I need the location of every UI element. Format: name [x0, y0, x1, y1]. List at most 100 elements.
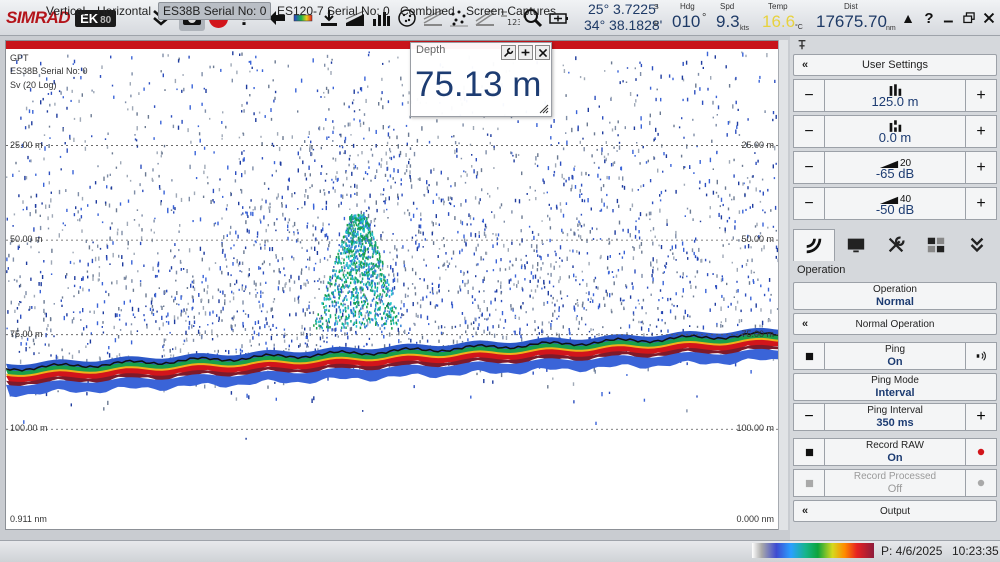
- range-value-box[interactable]: 125.0 m: [825, 79, 965, 112]
- gain-value-box[interactable]: 20 -65 dB: [825, 151, 965, 184]
- operation-button[interactable]: Operation Normal: [793, 282, 997, 310]
- tab-combined[interactable]: Combined: [396, 2, 459, 20]
- record-raw-label: Record RAW: [866, 440, 924, 451]
- threshold-decrease-button[interactable]: −: [793, 187, 825, 220]
- depth-value: 75.13 m: [415, 65, 542, 104]
- ping-interval-row: − Ping Interval 350 ms +: [793, 403, 997, 431]
- ping-mode-value: Interval: [875, 387, 915, 399]
- tab-operation[interactable]: [793, 229, 836, 261]
- depth-label-right: 25.00 m: [741, 139, 774, 150]
- restore-button[interactable]: [960, 5, 978, 31]
- speed-unit: kts: [740, 25, 749, 32]
- close-icon: [538, 48, 547, 57]
- tab-horizontal[interactable]: Horizontal: [93, 2, 155, 20]
- start-range-value: 0.0 m: [878, 130, 912, 145]
- gain-decrease-button[interactable]: −: [793, 151, 825, 184]
- depth-box-settings-button[interactable]: [501, 45, 516, 60]
- depth-box-close-button[interactable]: [535, 45, 550, 60]
- record-processed-toggle-button[interactable]: [793, 469, 825, 497]
- start-range-decrease-button[interactable]: −: [793, 115, 825, 148]
- echogram-canvas: [6, 41, 782, 440]
- ping-interval-increase-button[interactable]: +: [965, 403, 997, 431]
- record-raw-value: On: [887, 452, 903, 464]
- sonar-beam-icon: [806, 238, 822, 253]
- tab-setup[interactable]: [876, 229, 916, 261]
- record-raw-row: Record RAW On: [793, 438, 997, 466]
- range-value: 125.0 m: [871, 94, 919, 109]
- threshold-value: -50 dB: [875, 202, 915, 217]
- ping-label: Ping: [884, 344, 905, 355]
- tab-es120[interactable]: ES120-7 Serial No: 0: [273, 2, 394, 20]
- minimize-button[interactable]: [940, 5, 958, 31]
- record-raw-indicator[interactable]: [965, 438, 997, 466]
- gain-value: -65 dB: [875, 166, 915, 181]
- operation-section-title: Operation: [797, 264, 846, 276]
- minimize-icon: [943, 20, 953, 23]
- output-button[interactable]: « Output: [793, 500, 997, 522]
- help-button[interactable]: ?: [920, 5, 938, 31]
- tools-icon: [888, 236, 905, 253]
- echogram-scrollbar[interactable]: [778, 40, 788, 530]
- start-range-increase-button[interactable]: +: [965, 115, 997, 148]
- depth-label-left: 75.00 m: [10, 328, 43, 339]
- close-button[interactable]: [980, 5, 998, 31]
- user-settings-label: User Settings: [861, 59, 929, 71]
- latitude-hemisphere: S: [654, 4, 659, 11]
- user-settings-button[interactable]: « User Settings: [793, 54, 997, 76]
- threshold-increase-button[interactable]: +: [965, 187, 997, 220]
- tab-es38b[interactable]: ES38B Serial No: 0: [158, 2, 272, 20]
- range-decrease-button[interactable]: −: [793, 79, 825, 112]
- distance-axis-right: 0.000 nm: [736, 514, 774, 524]
- ping-toggle-button[interactable]: [793, 342, 825, 370]
- heading-readout: Hdg 010 °: [672, 0, 710, 36]
- echogram-header-line: Sv (20 Log): [10, 80, 57, 90]
- record-raw-button[interactable]: Record RAW On: [825, 438, 965, 466]
- depth-box-pin-button[interactable]: [518, 45, 533, 60]
- gain-increase-button[interactable]: +: [965, 151, 997, 184]
- record-raw-toggle-button[interactable]: [793, 438, 825, 466]
- gain-stepper: − 20 -65 dB +: [793, 151, 997, 184]
- stop-square-icon: [805, 352, 813, 360]
- warning-icon: ▲: [901, 10, 915, 26]
- record-processed-value: Off: [887, 483, 903, 495]
- position-readout: 25° 3.7225' S 34° 38.1828' E: [584, 0, 664, 36]
- ping-interval-decrease-button[interactable]: −: [793, 403, 825, 431]
- temperature-unit: °C: [795, 24, 803, 31]
- operation-value: Normal: [876, 296, 914, 308]
- tab-windows[interactable]: [916, 229, 956, 261]
- panel-tabs: [793, 229, 997, 261]
- depth-label-left: 100.00 m: [10, 423, 48, 434]
- tab-output[interactable]: [957, 229, 997, 261]
- threshold-value-box[interactable]: 40 -50 dB: [825, 187, 965, 220]
- longitude: 34° 38.1828': [584, 17, 663, 33]
- record-processed-indicator[interactable]: [965, 469, 997, 497]
- tab-screen-captures[interactable]: Screen Captures: [462, 2, 560, 20]
- double-chevron-left-icon: «: [802, 318, 809, 330]
- speed-value: 9.3: [716, 12, 740, 31]
- ping-button[interactable]: Ping On: [825, 342, 965, 370]
- normal-operation-button[interactable]: « Normal Operation: [793, 313, 997, 335]
- stop-square-icon: [805, 479, 813, 487]
- temperature-label: Temp: [768, 2, 788, 11]
- ping-mode-button[interactable]: Ping Mode Interval: [793, 373, 997, 401]
- distance-readout: Dist 17675.70 nm: [816, 0, 900, 36]
- resize-grip-icon[interactable]: [539, 104, 549, 114]
- echogram-header-line: GPT: [10, 53, 29, 63]
- ping-value: On: [887, 356, 903, 368]
- color-scale-bar[interactable]: [752, 543, 874, 558]
- monitor-icon: [847, 238, 864, 253]
- temperature-value: 16.6: [762, 12, 796, 31]
- ping-sound-button[interactable]: [965, 342, 997, 370]
- record-processed-button[interactable]: Record Processed Off: [825, 469, 965, 497]
- tab-vertical[interactable]: Vertical: [42, 2, 89, 20]
- echogram-view[interactable]: GPT ES38B Serial No: 0 Sv (20 Log) 25.00…: [5, 40, 783, 530]
- start-range-value-box[interactable]: 0.0 m: [825, 115, 965, 148]
- range-increase-button[interactable]: +: [965, 79, 997, 112]
- depth-readout-box[interactable]: Depth 75.13 m: [410, 42, 552, 117]
- normal-operation-label: Normal Operation: [855, 318, 935, 330]
- tab-display[interactable]: [835, 229, 875, 261]
- ping-interval-button[interactable]: Ping Interval 350 ms: [825, 403, 965, 431]
- warning-button[interactable]: ▲: [899, 5, 917, 31]
- ping-mode-label: Ping Mode: [871, 375, 919, 386]
- output-label: Output: [879, 505, 911, 517]
